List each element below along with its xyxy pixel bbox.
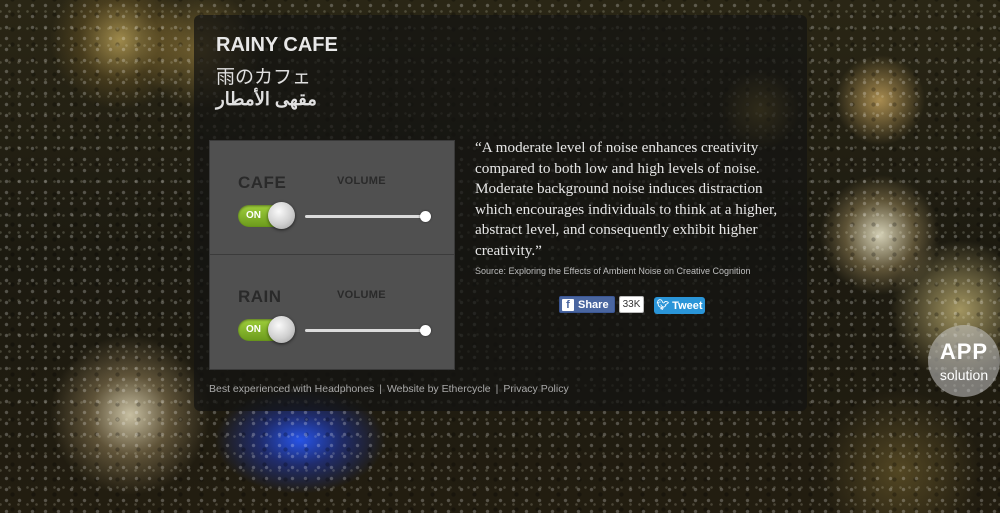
- cafe-volume-thumb[interactable]: [420, 211, 431, 222]
- bird-icon: 🐦︎: [656, 300, 670, 311]
- facebook-share-button[interactable]: f Share: [559, 296, 615, 313]
- watermark-app-text: APP: [939, 339, 989, 364]
- rain-volume-label: VOLUME: [337, 289, 386, 301]
- footer-separator: |: [495, 383, 499, 395]
- watermark-solution-text: solution: [939, 367, 989, 383]
- main-panel: RAINY CAFE 雨のカフェ مقهى الأمطار CAFE VOLUM…: [194, 15, 807, 411]
- privacy-policy-link[interactable]: Privacy Policy: [503, 383, 568, 395]
- headphones-note: Best experienced with Headphones: [209, 383, 375, 395]
- facebook-icon: f: [562, 298, 574, 311]
- facebook-share-label: Share: [578, 298, 609, 311]
- cafe-toggle[interactable]: ON: [238, 202, 295, 229]
- rain-volume-slider[interactable]: [305, 325, 431, 336]
- tweet-label: Tweet: [672, 299, 703, 312]
- rain-toggle-label: ON: [246, 324, 261, 335]
- rain-toggle-knob[interactable]: [268, 316, 295, 343]
- cafe-volume-label: VOLUME: [337, 175, 386, 187]
- facebook-share-count: 33K: [618, 296, 645, 313]
- rain-channel: RAIN VOLUME ON: [210, 255, 454, 368]
- footer: Best experienced with Headphones | Website…: [209, 383, 569, 395]
- rain-toggle[interactable]: ON: [238, 316, 295, 343]
- creativity-quote: “A moderate level of noise enhances crea…: [475, 139, 778, 259]
- app-title-japanese: 雨のカフェ: [216, 67, 312, 88]
- app-title-english: RAINY CAFE: [216, 34, 338, 56]
- rain-label: RAIN: [238, 287, 282, 306]
- sound-controls: CAFE VOLUME ON RAIN VOLUME ON: [209, 140, 455, 370]
- cafe-channel: CAFE VOLUME ON: [210, 141, 454, 255]
- footer-separator: |: [379, 383, 382, 395]
- app-title-arabic: مقهى الأمطار: [216, 89, 317, 109]
- app-solution-watermark: APP solution: [928, 325, 1000, 397]
- website-credit-link[interactable]: Website by Ethercycle: [387, 383, 491, 395]
- quote-source: Source: Exploring the Effects of Ambient…: [475, 266, 751, 276]
- rain-volume-thumb[interactable]: [420, 325, 431, 336]
- cafe-toggle-label: ON: [246, 210, 261, 221]
- facebook-share-widget: f Share 33K: [559, 296, 645, 313]
- tweet-button[interactable]: 🐦︎ Tweet: [654, 297, 705, 314]
- cafe-toggle-knob[interactable]: [268, 202, 295, 229]
- cafe-volume-slider[interactable]: [305, 211, 431, 222]
- cafe-label: CAFE: [238, 173, 287, 192]
